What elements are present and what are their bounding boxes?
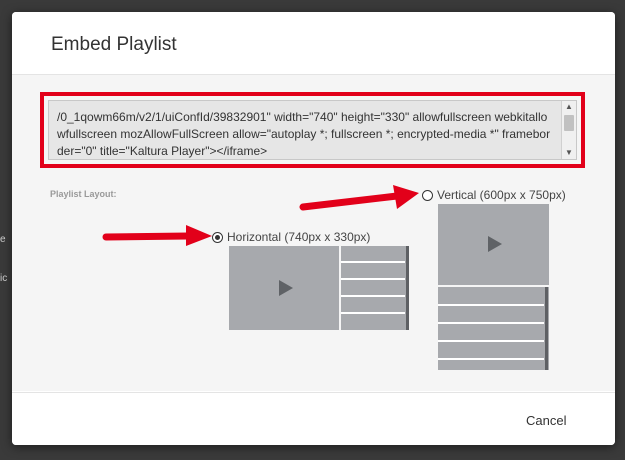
embed-playlist-dialog: Embed Playlist /0_1qowm66m/v2/1/uiConfId… [12, 12, 615, 445]
preview-playlist-area [438, 287, 549, 370]
scroll-thumb[interactable] [564, 115, 574, 131]
preview-list-divider [341, 278, 405, 280]
scroll-down-icon[interactable]: ▼ [562, 147, 576, 159]
play-icon [279, 280, 293, 296]
layout-option-horizontal[interactable]: Horizontal (740px x 330px) [212, 230, 370, 244]
embed-code-text: /0_1qowm66m/v2/1/uiConfId/39832901" widt… [57, 110, 551, 158]
preview-list-divider [438, 340, 544, 342]
dialog-title: Embed Playlist [51, 34, 177, 55]
preview-list-divider [341, 261, 405, 263]
textarea-scrollbar[interactable]: ▲ ▼ [561, 101, 576, 159]
preview-scrollbar [545, 287, 548, 370]
preview-video-area [438, 204, 549, 285]
preview-list-divider [341, 295, 405, 297]
backdrop-text-fragment: e [0, 234, 6, 245]
annotation-arrow-icon [102, 225, 212, 246]
layout-option-vertical[interactable]: Vertical (600px x 750px) [422, 188, 566, 202]
preview-list-divider [341, 312, 405, 314]
horizontal-option-label: Horizontal (740px x 330px) [227, 230, 371, 244]
vertical-option-label: Vertical (600px x 750px) [437, 188, 566, 202]
embed-code-textarea[interactable]: /0_1qowm66m/v2/1/uiConfId/39832901" widt… [48, 100, 577, 160]
cancel-button[interactable]: Cancel [520, 409, 572, 432]
preview-playlist-area [341, 246, 409, 330]
dialog-body: /0_1qowm66m/v2/1/uiConfId/39832901" widt… [12, 75, 615, 391]
preview-video-area [229, 246, 339, 330]
play-icon [488, 236, 502, 252]
vertical-radio[interactable] [422, 189, 433, 201]
preview-list-divider [438, 304, 544, 306]
preview-list-divider [438, 358, 544, 360]
preview-scrollbar [406, 246, 409, 330]
playlist-layout-label: Playlist Layout: [50, 189, 117, 199]
preview-list-divider [438, 322, 544, 324]
horizontal-layout-preview[interactable] [229, 246, 409, 330]
dialog-footer: Cancel [12, 392, 615, 445]
backdrop-text-fragment: ic [0, 273, 8, 284]
vertical-layout-preview[interactable] [438, 204, 549, 370]
scroll-up-icon[interactable]: ▲ [562, 101, 576, 113]
embed-code-highlight: /0_1qowm66m/v2/1/uiConfId/39832901" widt… [40, 92, 585, 168]
annotation-arrow-icon [299, 185, 419, 211]
dialog-header: Embed Playlist [12, 12, 615, 75]
